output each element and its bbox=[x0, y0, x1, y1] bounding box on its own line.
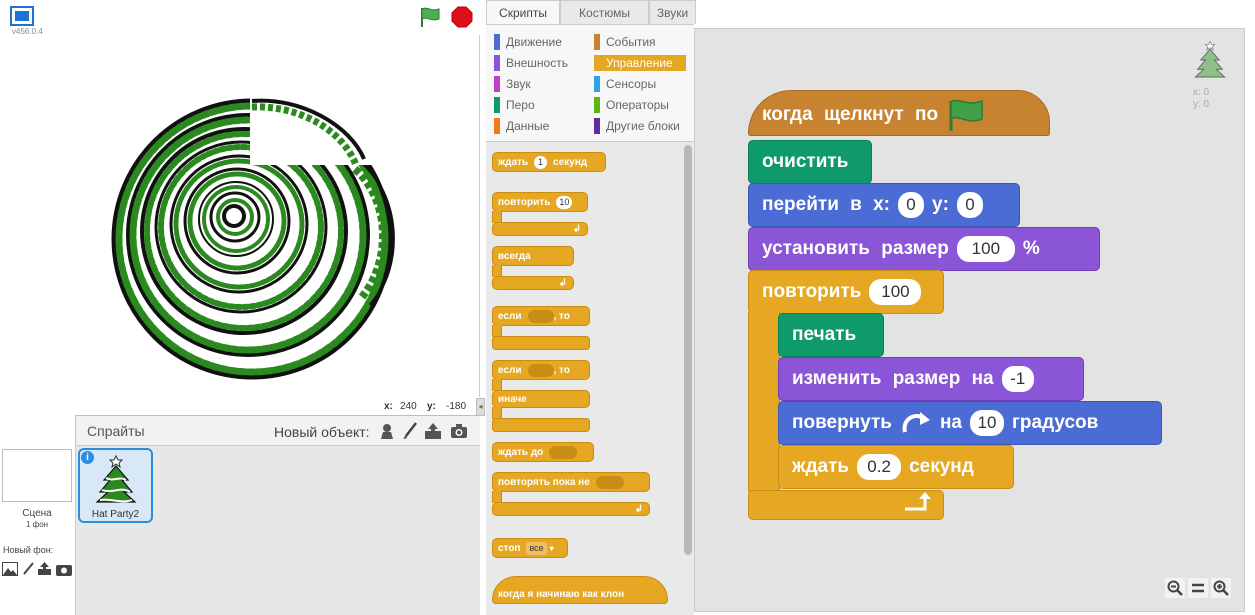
scratch-editor: v456.0.4 x: 240 y: -180 Спрайты Новый об… bbox=[0, 0, 1255, 615]
palette-wait-until-block[interactable]: ждать до bbox=[492, 442, 594, 462]
palette-if-block[interactable]: если, то bbox=[492, 306, 590, 326]
zoom-in-icon[interactable] bbox=[1211, 578, 1231, 598]
tab-bar: Скрипты Костюмы Звуки bbox=[486, 0, 1255, 25]
palette-forever-block[interactable]: всегда bbox=[492, 246, 574, 266]
when-flag-clicked-block[interactable]: когда щелкнут по bbox=[748, 90, 1050, 136]
y-label: y: bbox=[427, 401, 436, 412]
tab-scripts[interactable]: Скрипты bbox=[486, 0, 560, 24]
x-value: 240 bbox=[400, 401, 417, 412]
goto-y-input[interactable]: 0 bbox=[956, 192, 983, 218]
palette-clone-hat-block[interactable]: когда я начинаю как клон bbox=[492, 576, 668, 604]
clear-block[interactable]: очистить bbox=[748, 140, 872, 184]
category-sensing[interactable]: Сенсоры bbox=[594, 76, 686, 92]
paint-brush-icon[interactable] bbox=[401, 422, 419, 440]
image-icon[interactable] bbox=[2, 562, 18, 576]
palette-wait-block[interactable]: ждать 1 секунд bbox=[492, 152, 606, 172]
palette-repeat-until-bottom: ↲ bbox=[492, 502, 650, 516]
tab-sounds[interactable]: Звуки bbox=[649, 0, 696, 24]
palette-if-bottom bbox=[492, 336, 590, 350]
scene-count: 1 фон bbox=[25, 520, 49, 529]
stage-coordinates: x: 240 y: -180 bbox=[0, 397, 480, 415]
spiral-drawing bbox=[111, 65, 400, 380]
goto-x-input[interactable]: 0 bbox=[898, 192, 925, 218]
palette-else-row: иначе bbox=[492, 390, 590, 408]
change-size-input[interactable]: -1 bbox=[1001, 366, 1034, 392]
category-sound[interactable]: Звук bbox=[494, 76, 592, 92]
category-control[interactable]: Управление bbox=[594, 55, 686, 71]
repeat-block[interactable]: повторить 100 bbox=[748, 270, 944, 314]
repeat-count-input[interactable]: 100 bbox=[869, 279, 922, 305]
stage-canvas[interactable] bbox=[0, 35, 480, 397]
x-label: x: bbox=[384, 401, 393, 412]
category-looks[interactable]: Внешность bbox=[494, 55, 592, 71]
category-motion[interactable]: Движение bbox=[494, 34, 592, 50]
palette-if-else-block[interactable]: если, то bbox=[492, 360, 590, 380]
sprite-thumbnail-hat-party2[interactable]: i Hat Party2 bbox=[78, 448, 153, 523]
palette-repeat-until-block[interactable]: повторять пока не bbox=[492, 472, 650, 492]
category-pen[interactable]: Перо bbox=[494, 97, 592, 113]
wait-block[interactable]: ждать 0.2 секунд bbox=[778, 445, 1014, 489]
category-operators[interactable]: Операторы bbox=[594, 97, 686, 113]
palette-stop-block[interactable]: стоп все ▾ bbox=[492, 538, 568, 558]
palette-repeat-bottom: ↲ bbox=[492, 222, 588, 236]
go-to-xy-block[interactable]: перейти в х: 0 y: 0 bbox=[748, 183, 1020, 227]
info-icon[interactable]: i bbox=[81, 451, 94, 464]
palette-scrollbar[interactable] bbox=[684, 145, 692, 555]
turn-degrees-input[interactable]: 10 bbox=[970, 410, 1004, 436]
category-data[interactable]: Данные bbox=[494, 118, 592, 134]
upload-icon[interactable] bbox=[424, 422, 442, 440]
stamp-block[interactable]: печать bbox=[778, 313, 884, 357]
current-sprite-icon bbox=[1194, 40, 1226, 78]
choose-sprite-icon[interactable] bbox=[378, 422, 396, 440]
upload-icon[interactable] bbox=[37, 561, 52, 576]
stop-icon[interactable] bbox=[451, 6, 473, 28]
zoom-reset-icon[interactable] bbox=[1188, 578, 1208, 598]
camera-icon[interactable] bbox=[56, 562, 72, 576]
turn-right-block[interactable]: повернуть на 10 градусов bbox=[778, 401, 1162, 445]
sprite-name: Hat Party2 bbox=[91, 509, 140, 520]
new-backdrop-label: Новый фон: bbox=[3, 545, 54, 555]
set-size-input[interactable]: 100 bbox=[956, 236, 1015, 262]
y-value: -180 bbox=[446, 401, 467, 412]
green-flag-icon bbox=[946, 97, 986, 133]
loop-arrow-icon bbox=[903, 491, 933, 519]
rotate-clockwise-icon bbox=[900, 410, 932, 436]
scene-column: Сцена 1 фон Новый фон: bbox=[0, 415, 76, 615]
repeat-block-bottom bbox=[748, 490, 944, 520]
palette-if-else-bottom bbox=[492, 418, 590, 432]
category-events[interactable]: События bbox=[594, 34, 686, 50]
stage-header: v456.0.4 bbox=[0, 0, 480, 36]
christmas-tree-icon bbox=[95, 454, 137, 503]
sprite-x: x: 0 bbox=[1193, 87, 1210, 98]
wait-seconds-input[interactable]: 0.2 bbox=[857, 454, 902, 480]
category-selector: Движение Внешность Звук Перо Данные Собы… bbox=[486, 25, 694, 142]
paint-brush-icon[interactable] bbox=[21, 562, 35, 576]
scene-thumbnail[interactable] bbox=[2, 449, 72, 502]
zoom-out-icon[interactable] bbox=[1165, 578, 1185, 598]
scene-label: Сцена bbox=[22, 508, 52, 519]
new-object-label: Новый объект: bbox=[274, 424, 370, 440]
category-more-blocks[interactable]: Другие блоки bbox=[594, 118, 686, 134]
palette-repeat-block[interactable]: повторить 10 bbox=[492, 192, 588, 212]
sprite-y: y: 0 bbox=[1193, 99, 1210, 110]
fullscreen-icon[interactable] bbox=[10, 6, 34, 26]
change-size-block[interactable]: изменить размер на -1 bbox=[778, 357, 1084, 401]
collapse-handle[interactable]: ◂ bbox=[476, 398, 485, 416]
palette-forever-bottom: ↲ bbox=[492, 276, 574, 290]
tab-costumes[interactable]: Костюмы bbox=[560, 0, 649, 24]
green-flag-icon[interactable] bbox=[418, 6, 442, 28]
sprites-title: Спрайты bbox=[87, 423, 145, 439]
camera-icon[interactable] bbox=[450, 422, 468, 440]
set-size-block[interactable]: установить размер 100 % bbox=[748, 227, 1100, 271]
repeat-block-arm bbox=[748, 312, 780, 492]
